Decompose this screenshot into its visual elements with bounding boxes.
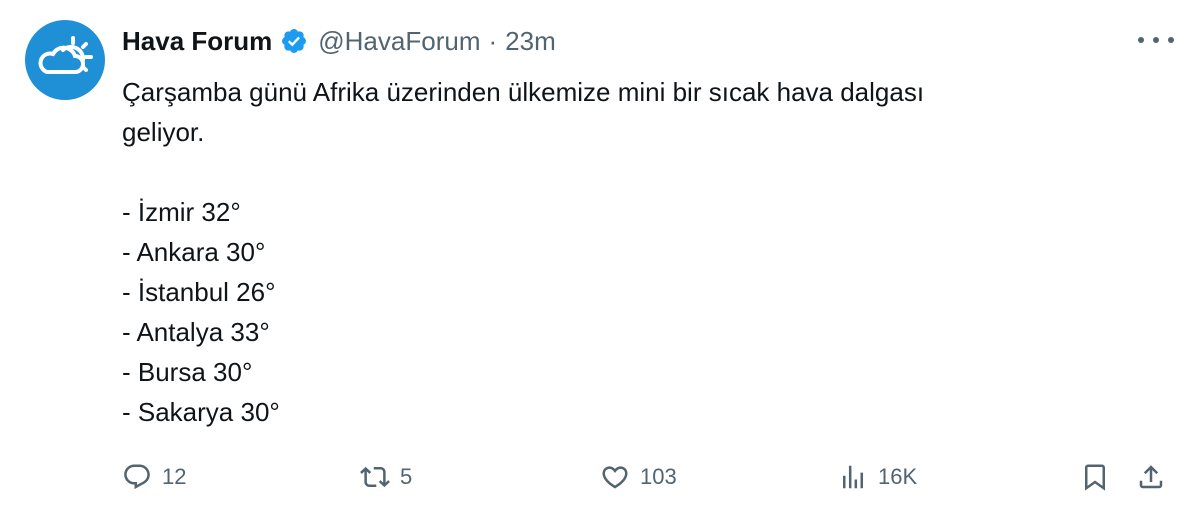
retweet-count: 5: [400, 464, 413, 489]
avatar[interactable]: [25, 20, 105, 100]
tweet: Hava Forum @HavaForum · 23m Çarşamba gün…: [0, 0, 1200, 505]
author-handle[interactable]: @HavaForum: [318, 26, 480, 57]
author-name[interactable]: Hava Forum: [122, 26, 272, 57]
views-count: 16K: [878, 464, 918, 489]
more-icon[interactable]: [1138, 28, 1174, 52]
tweet-text-line: geliyor.: [122, 117, 205, 147]
views-icon: [843, 465, 863, 489]
like-button[interactable]: 103: [600, 457, 677, 497]
action-bar: 12 5 103 16K: [122, 457, 1182, 497]
like-icon: [602, 466, 628, 489]
like-count: 103: [640, 464, 677, 489]
reply-button[interactable]: 12: [122, 457, 186, 497]
share-icon: [1139, 465, 1163, 489]
city-temperature: - İzmir 32°: [122, 197, 241, 227]
separator-dot: ·: [488, 25, 498, 56]
tweet-text-line: Çarşamba günü Afrika üzerinden ülkemize …: [122, 77, 925, 107]
tweet-text: Çarşamba günü Afrika üzerinden ülkemize …: [122, 72, 1162, 432]
retweet-button[interactable]: 5: [360, 457, 412, 497]
verified-badge-icon[interactable]: [280, 27, 308, 55]
tweet-header: Hava Forum @HavaForum · 23m: [122, 22, 556, 60]
city-temperature: - İstanbul 26°: [122, 277, 276, 307]
city-temperature: - Ankara 30°: [122, 237, 266, 267]
city-temperature: - Antalya 33°: [122, 317, 270, 347]
reply-count: 12: [162, 464, 187, 489]
city-temperature: - Sakarya 30°: [122, 397, 280, 427]
bookmark-icon: [1085, 464, 1105, 491]
tweet-timestamp[interactable]: 23m: [505, 26, 556, 57]
retweet-icon: [360, 466, 390, 488]
city-temperature: - Bursa 30°: [122, 357, 253, 387]
share-button[interactable]: [1136, 457, 1166, 497]
bookmark-button[interactable]: [1080, 457, 1110, 497]
reply-icon: [124, 464, 150, 490]
views-button[interactable]: 16K: [838, 457, 917, 497]
cloud-sun-icon: [38, 36, 93, 74]
